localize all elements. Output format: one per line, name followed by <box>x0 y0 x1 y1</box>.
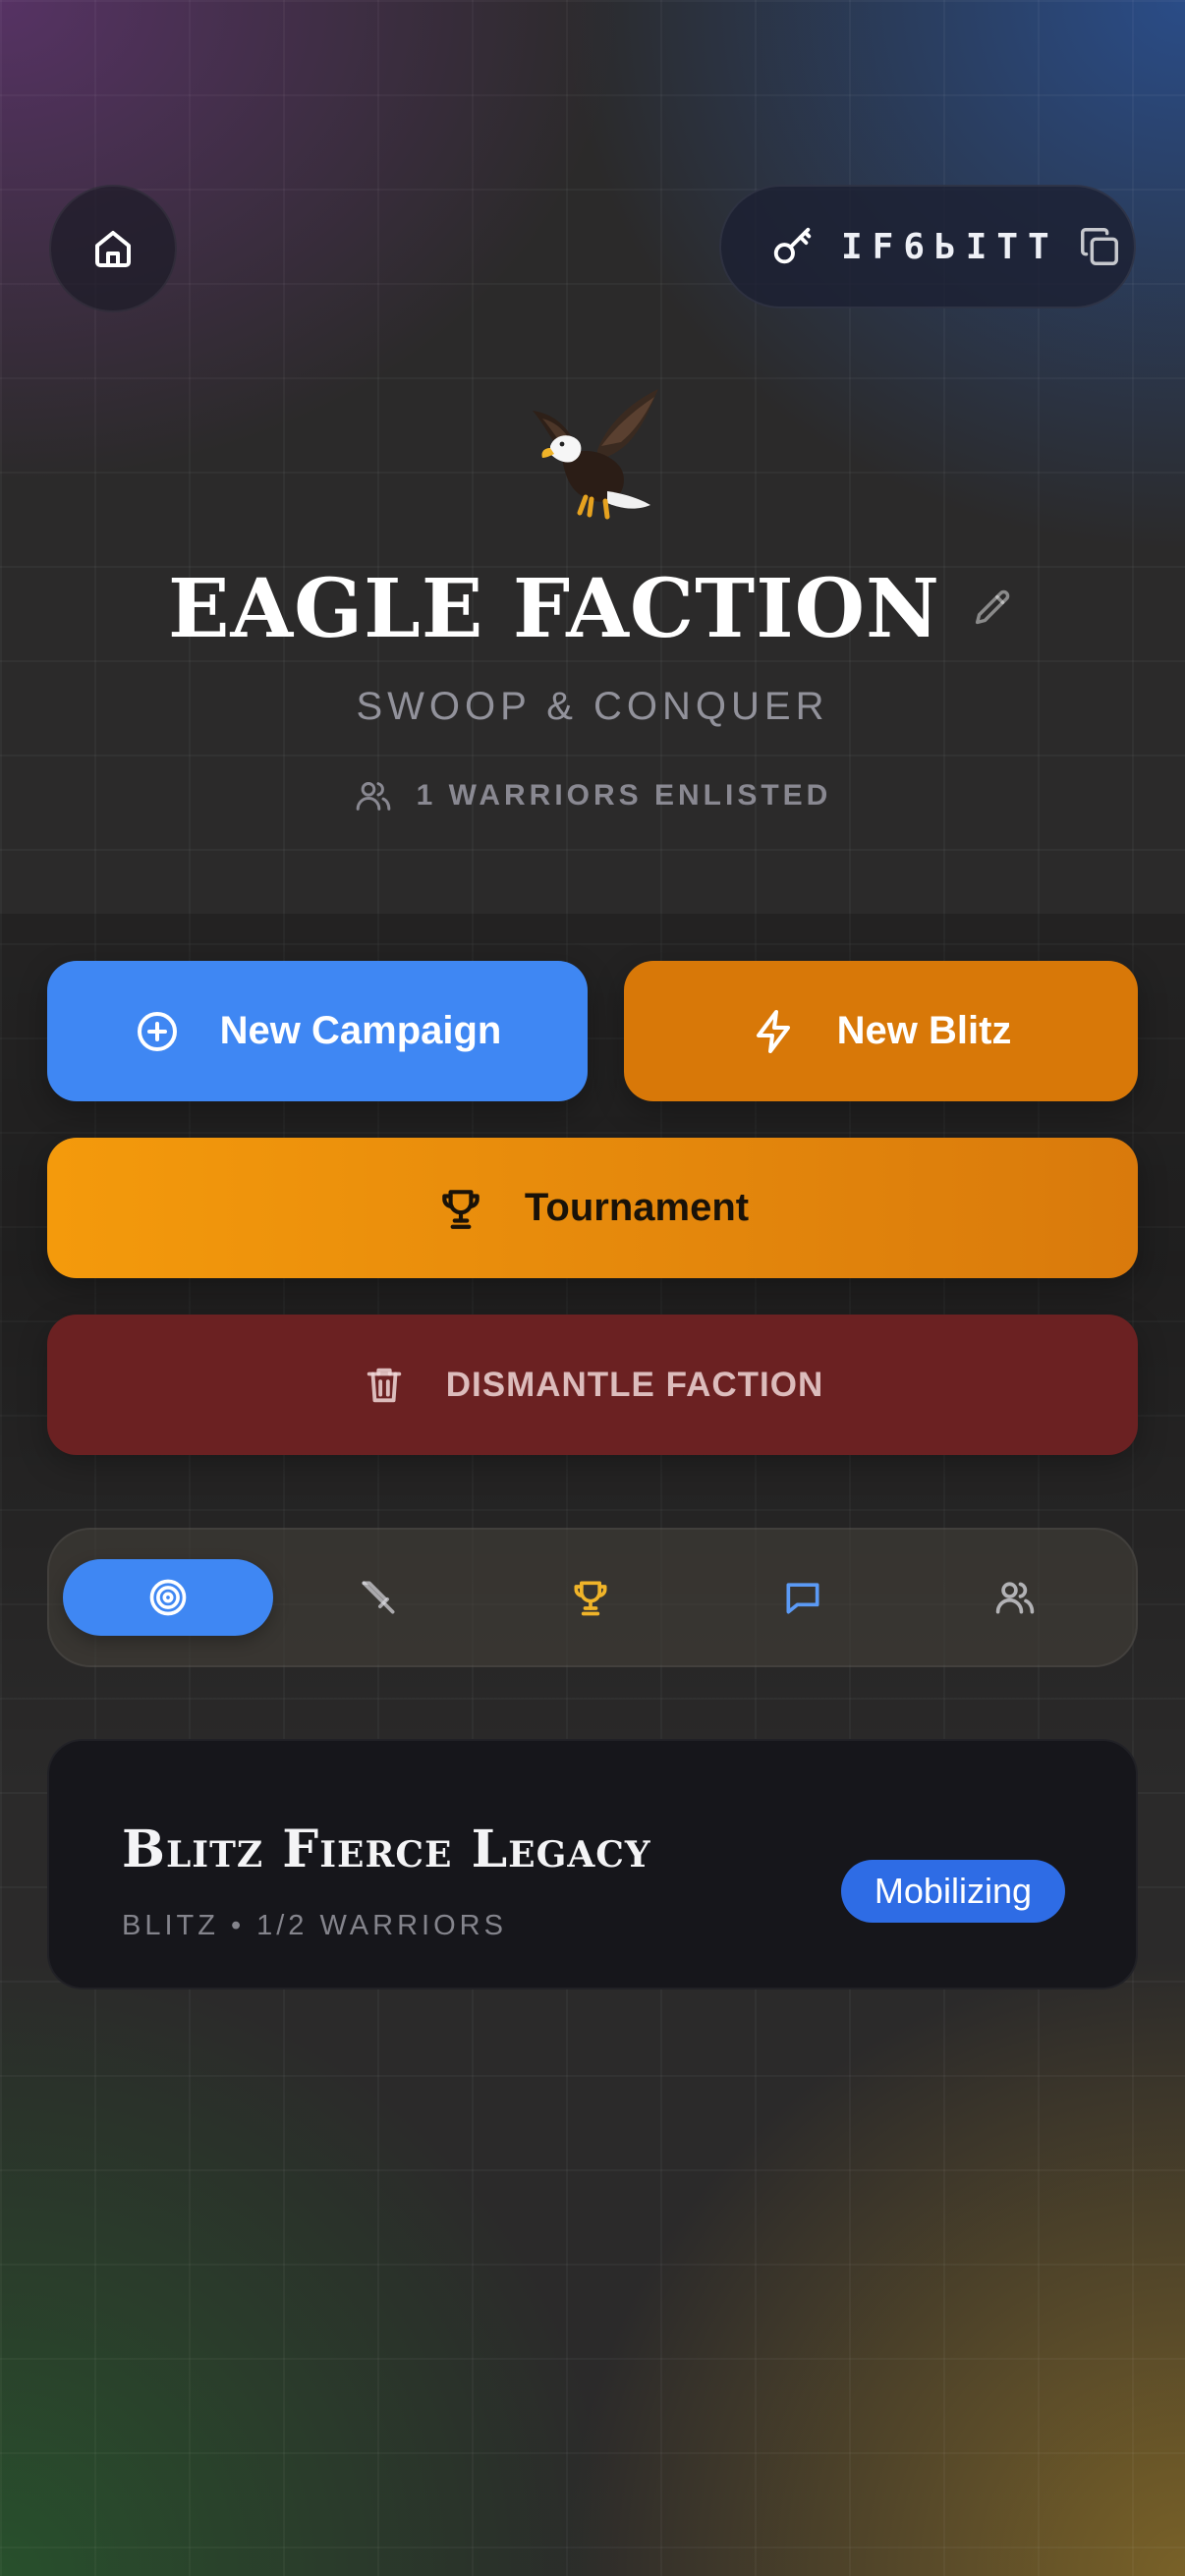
faction-title: EAGLE FACTION <box>168 562 940 656</box>
trophy-icon <box>436 1184 485 1233</box>
game-mode: BLITZ <box>122 1910 219 1941</box>
tab-chat[interactable] <box>698 1559 908 1636</box>
new-campaign-label: New Campaign <box>219 1009 502 1052</box>
target-icon <box>146 1576 190 1619</box>
section-tab-bar <box>47 1528 1138 1667</box>
users-icon <box>354 776 417 815</box>
room-code: IF6ЬITT <box>841 226 1059 267</box>
sword-icon <box>357 1576 400 1619</box>
member-count-label: 1 WARRIORS ENLISTED <box>416 779 832 812</box>
member-count: 1 WARRIORS ENLISTED <box>0 776 1185 815</box>
game-card[interactable]: Blitz Fierce Legacy BLITZ • 1/2 WARRIORS M… <box>47 1739 1138 1989</box>
key-icon <box>770 224 816 269</box>
lightning-icon <box>751 1008 798 1055</box>
game-players: 1/2 WARRIORS <box>256 1910 507 1941</box>
edit-title-button[interactable] <box>968 585 1017 634</box>
dismantle-label: DISMANTLE FACTION <box>445 1365 824 1404</box>
plus-circle-icon <box>134 1008 181 1055</box>
status-badge: Mobilizing <box>840 1860 1065 1923</box>
new-campaign-button[interactable]: New Campaign <box>47 961 588 1101</box>
tab-members[interactable] <box>910 1559 1120 1636</box>
chat-icon <box>781 1576 824 1619</box>
tab-target[interactable] <box>63 1559 273 1636</box>
meta-separator: • <box>230 1910 246 1941</box>
game-meta: BLITZ • 1/2 WARRIORS <box>122 1910 507 1942</box>
tournament-button[interactable]: Tournament <box>47 1138 1138 1278</box>
home-button[interactable] <box>49 185 177 312</box>
copy-icon[interactable] <box>1077 224 1122 269</box>
tab-tournaments[interactable] <box>485 1559 696 1636</box>
dismantle-faction-button[interactable]: DISMANTLE FACTION <box>47 1315 1138 1455</box>
new-blitz-label: New Blitz <box>836 1009 1012 1052</box>
eagle-emblem-icon <box>511 381 668 529</box>
tournament-label: Tournament <box>524 1186 750 1229</box>
pencil-icon <box>970 587 1015 632</box>
home-icon <box>89 225 137 272</box>
tab-battles[interactable] <box>273 1559 483 1636</box>
users-icon <box>993 1576 1037 1619</box>
trash-icon <box>362 1363 407 1408</box>
game-title: Blitz Fierce Legacy <box>122 1820 651 1879</box>
faction-motto: SWOOP & CONQUER <box>356 685 829 728</box>
faction-title-row: EAGLE FACTION <box>0 560 1185 658</box>
new-blitz-button[interactable]: New Blitz <box>624 961 1138 1101</box>
trophy-icon <box>569 1576 612 1619</box>
room-code-pill[interactable]: IF6ЬITT <box>719 185 1136 308</box>
